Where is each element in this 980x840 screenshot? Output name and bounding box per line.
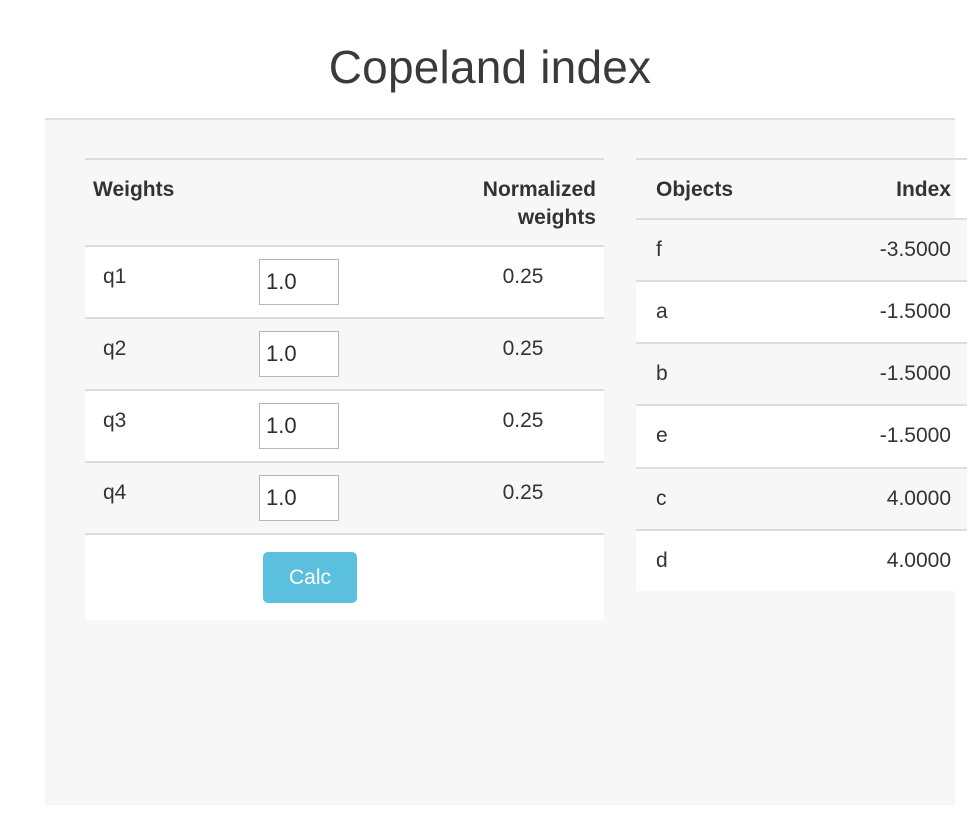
index-header-index: Index — [804, 158, 967, 220]
weight-label-q4: q4 — [85, 461, 251, 535]
weights-header-input — [251, 157, 442, 248]
weights-table: Weights Normalized weights q1 0.25 — [85, 157, 604, 621]
weight-input-q1[interactable] — [259, 259, 339, 306]
weight-input-cell-q2 — [251, 317, 442, 391]
weight-label-q2: q2 — [85, 317, 251, 391]
page-title: Copeland index — [328, 41, 652, 93]
table-row: q4 0.25 — [85, 461, 604, 535]
index-header-row: Objects Index — [636, 158, 967, 220]
index-value-e: -1.5000 — [804, 404, 967, 468]
table-row: c 4.0000 — [636, 466, 967, 530]
calc-row-spacer-left — [85, 533, 251, 621]
table-row: d 4.0000 — [636, 528, 967, 592]
calc-row: Calc — [85, 533, 604, 621]
weights-header-label: Weights — [85, 157, 251, 248]
calc-button[interactable]: Calc — [263, 552, 358, 604]
weights-table-head: Weights Normalized weights — [85, 157, 604, 248]
normalized-weight-q2: 0.25 — [442, 317, 604, 391]
normalized-weight-q4: 0.25 — [442, 461, 604, 535]
index-header-objects: Objects — [636, 158, 804, 220]
table-row: e -1.5000 — [636, 404, 967, 468]
weight-input-cell-q1 — [251, 245, 442, 319]
table-row: q1 0.25 — [85, 245, 604, 319]
table-row: q2 0.25 — [85, 317, 604, 391]
index-object-c: c — [636, 466, 804, 530]
index-value-a: -1.5000 — [804, 279, 967, 344]
weights-table-body: q1 0.25 q2 0.25 q3 — [85, 245, 604, 621]
index-object-a: a — [636, 279, 804, 344]
weight-label-q3: q3 — [85, 389, 251, 463]
index-table-body: f -3.5000 a -1.5000 b -1.5000 e -1.5000 — [636, 217, 967, 592]
index-table: Objects Index f -3.5000 a -1.5000 b -1.5… — [636, 158, 967, 592]
weight-input-cell-q3 — [251, 389, 442, 463]
weight-input-q2[interactable] — [259, 331, 339, 378]
table-row: a -1.5000 — [636, 279, 967, 344]
weight-label-q1: q1 — [85, 245, 251, 319]
index-object-d: d — [636, 528, 804, 592]
weight-input-q4[interactable] — [259, 475, 339, 522]
index-object-f: f — [636, 217, 804, 281]
index-object-e: e — [636, 404, 804, 468]
weight-input-q3[interactable] — [259, 403, 339, 450]
table-row: b -1.5000 — [636, 342, 967, 406]
index-value-d: 4.0000 — [804, 528, 967, 592]
weights-header-row: Weights Normalized weights — [85, 157, 604, 248]
panel-inner: Weights Normalized weights q1 0.25 — [45, 120, 967, 805]
normalized-weight-q1: 0.25 — [442, 245, 604, 319]
index-object-b: b — [636, 342, 804, 406]
table-row: f -3.5000 — [636, 217, 967, 281]
content-panel: Weights Normalized weights q1 0.25 — [45, 118, 967, 805]
index-value-f: -3.5000 — [804, 217, 967, 281]
index-value-c: 4.0000 — [804, 466, 967, 530]
page-root: Copeland index Weights Normalized weight… — [0, 0, 980, 840]
index-value-b: -1.5000 — [804, 342, 967, 406]
index-table-head: Objects Index — [636, 158, 967, 220]
weight-input-cell-q4 — [251, 461, 442, 535]
normalized-weight-q3: 0.25 — [442, 389, 604, 463]
calc-button-cell: Calc — [251, 533, 442, 621]
calc-row-spacer-right — [442, 533, 604, 621]
table-row: q3 0.25 — [85, 389, 604, 463]
weights-header-normalized: Normalized weights — [442, 157, 604, 248]
